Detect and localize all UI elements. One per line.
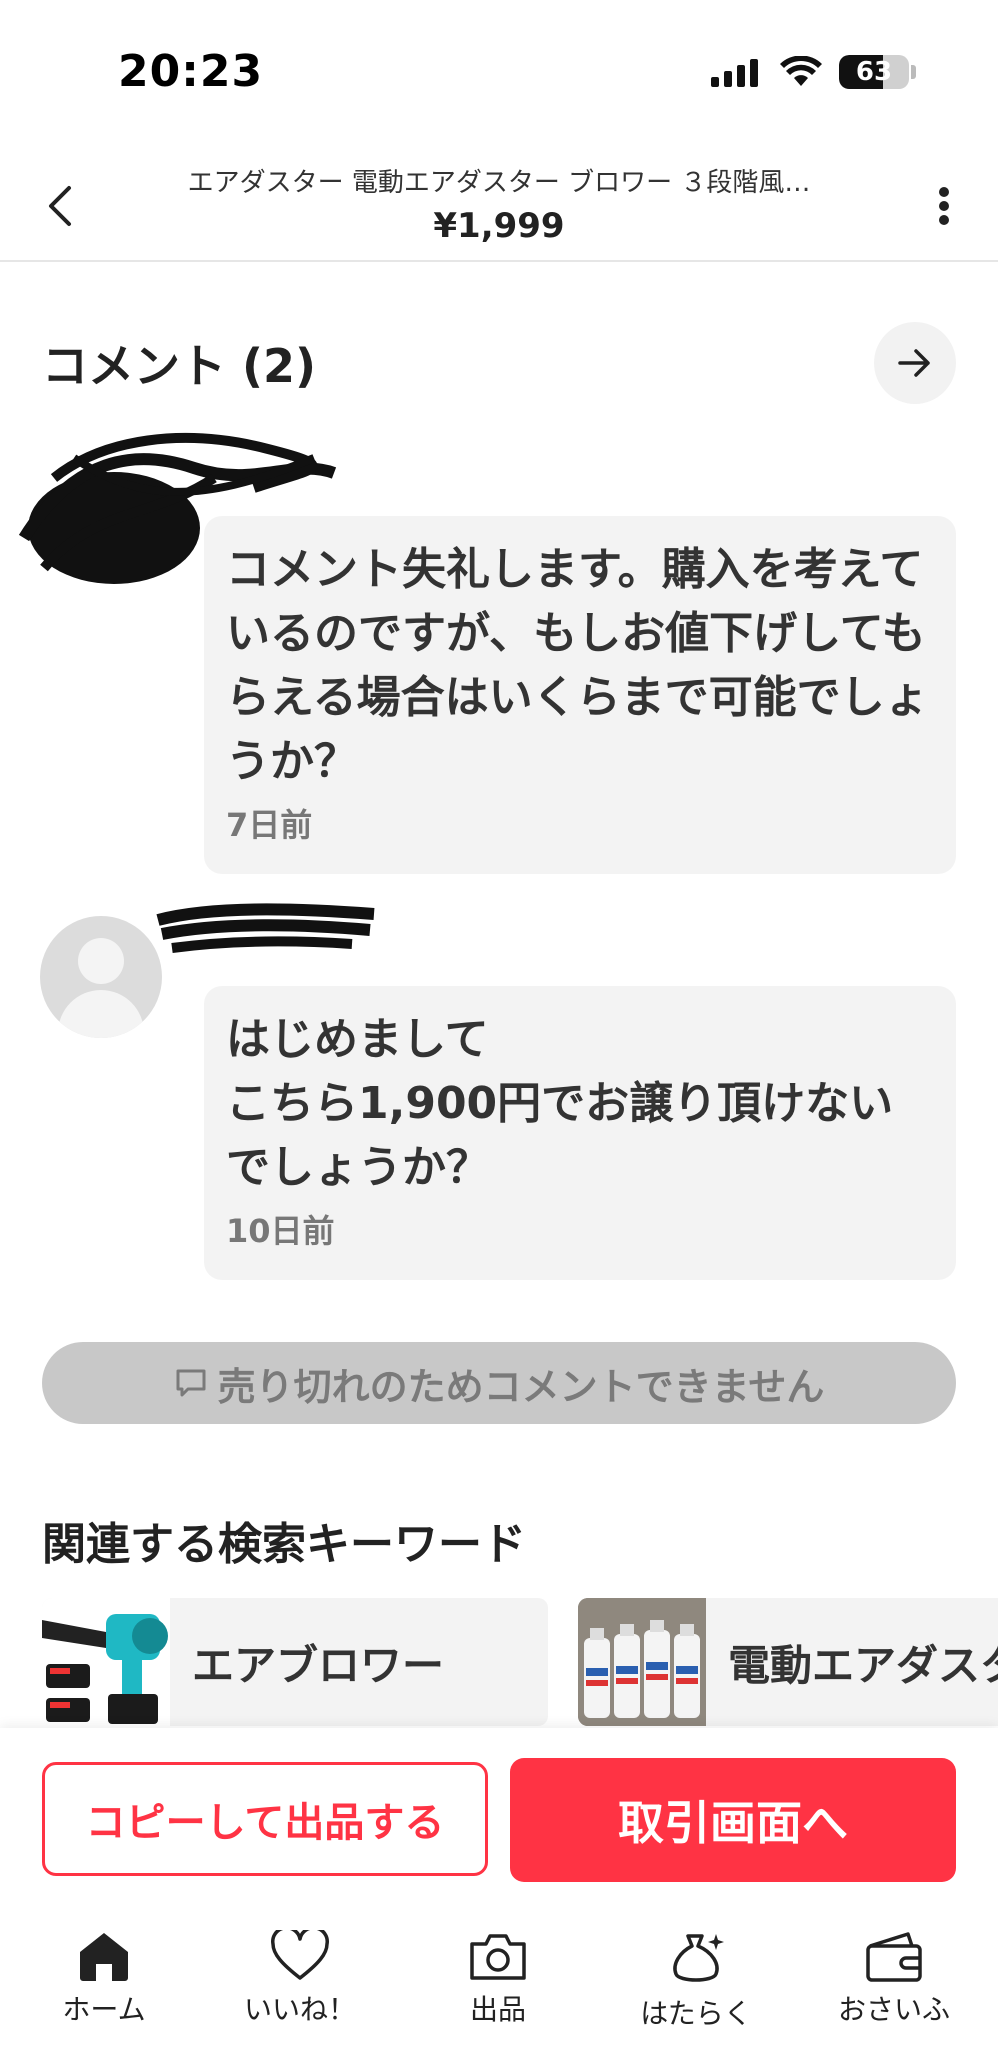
tab-label: いいね！ <box>243 1993 356 2026</box>
wifi-icon <box>780 56 822 86</box>
comment-bubble: はじめまして こちら1,900円でお譲り頂けないでしょうか？ 10日前 <box>204 986 956 1280</box>
more-vertical-icon <box>939 187 949 225</box>
tab-label: おさいふ <box>837 1993 950 2026</box>
air-duster-cans-icon <box>578 1598 706 1726</box>
tab-bar: ホーム いいね！ 出品 はたらく おさいふ <box>0 1898 998 2048</box>
speech-bubble-icon <box>176 1369 206 1397</box>
tab-label: 出品 <box>469 1993 526 2026</box>
keyword-card[interactable]: エアブロワー <box>42 1598 548 1726</box>
comment-disabled-text: 売り切れのためコメントできません <box>217 1364 825 1409</box>
tab-label: はたらく <box>640 1997 752 2030</box>
avatar-body <box>58 990 144 1038</box>
keyword-card[interactable]: 電動エアダスタ <box>578 1598 998 1726</box>
battery-indicator: 63 <box>839 55 909 89</box>
bottom-action-bar: コピーして出品する 取引画面へ <box>0 1728 998 1898</box>
tab-sell[interactable]: 出品 <box>408 1930 588 2028</box>
avatar-head <box>78 938 124 984</box>
keyword-label: エアブロワー <box>192 1640 445 1690</box>
commenter-avatar[interactable] <box>40 916 162 1038</box>
heart-icon <box>271 1930 329 1980</box>
item-header: エアダスター 電動エアダスター ブロワー ３段階風… ¥1,999 <box>0 150 998 262</box>
arrow-right-icon <box>898 349 930 377</box>
more-options-button[interactable] <box>914 176 974 236</box>
camera-icon <box>470 1934 526 1980</box>
comment-bubble: コメント失礼します。購入を考えているのですが、もしお値下げしてもらえる場合はいく… <box>204 516 956 874</box>
comment-time: 7日前 <box>226 806 313 844</box>
tab-label: ホーム <box>62 1993 146 2026</box>
tab-wallet[interactable]: おさいふ <box>804 1930 984 2028</box>
comment-time: 10日前 <box>226 1212 335 1250</box>
comments-more-button[interactable] <box>874 322 956 404</box>
status-icons: 63 <box>711 52 916 92</box>
copy-listing-button[interactable]: コピーして出品する <box>42 1762 488 1876</box>
status-bar: 20:23 63 <box>0 0 998 140</box>
tab-likes[interactable]: いいね！ <box>210 1930 390 2028</box>
comment-disabled-bar: 売り切れのためコメントできません <box>42 1342 956 1424</box>
battery-cap <box>911 65 916 79</box>
cellular-signal-icon <box>711 59 758 87</box>
comment-text: はじめまして こちら1,900円でお譲り頂けないでしょうか？ <box>226 1014 894 1193</box>
battery-text: 63 <box>855 57 893 87</box>
blower-product-icon <box>42 1598 170 1726</box>
go-to-trade-button[interactable]: 取引画面へ <box>510 1758 956 1882</box>
keywords-heading: 関連する検索キーワード <box>42 1519 526 1570</box>
item-price: ¥1,999 <box>433 206 565 246</box>
status-time: 20:23 <box>118 46 264 97</box>
comment-text: コメント失礼します。購入を考えているのですが、もしお値下げしてもらえる場合はいく… <box>226 544 929 787</box>
keyword-label: 電動エアダスタ <box>728 1640 998 1690</box>
home-icon <box>80 1933 128 1981</box>
comments-heading: コメント (2) <box>42 339 317 393</box>
money-bag-icon <box>673 1934 724 1982</box>
chevron-left-icon <box>49 186 71 226</box>
tab-home[interactable]: ホーム <box>14 1930 194 2028</box>
tab-work[interactable]: はたらく <box>606 1930 786 2032</box>
redacted-username-scribble <box>156 903 375 953</box>
back-button[interactable] <box>30 176 90 236</box>
item-title: エアダスター 電動エアダスター ブロワー ３段階風… <box>187 168 811 198</box>
wallet-icon <box>866 1932 922 1982</box>
